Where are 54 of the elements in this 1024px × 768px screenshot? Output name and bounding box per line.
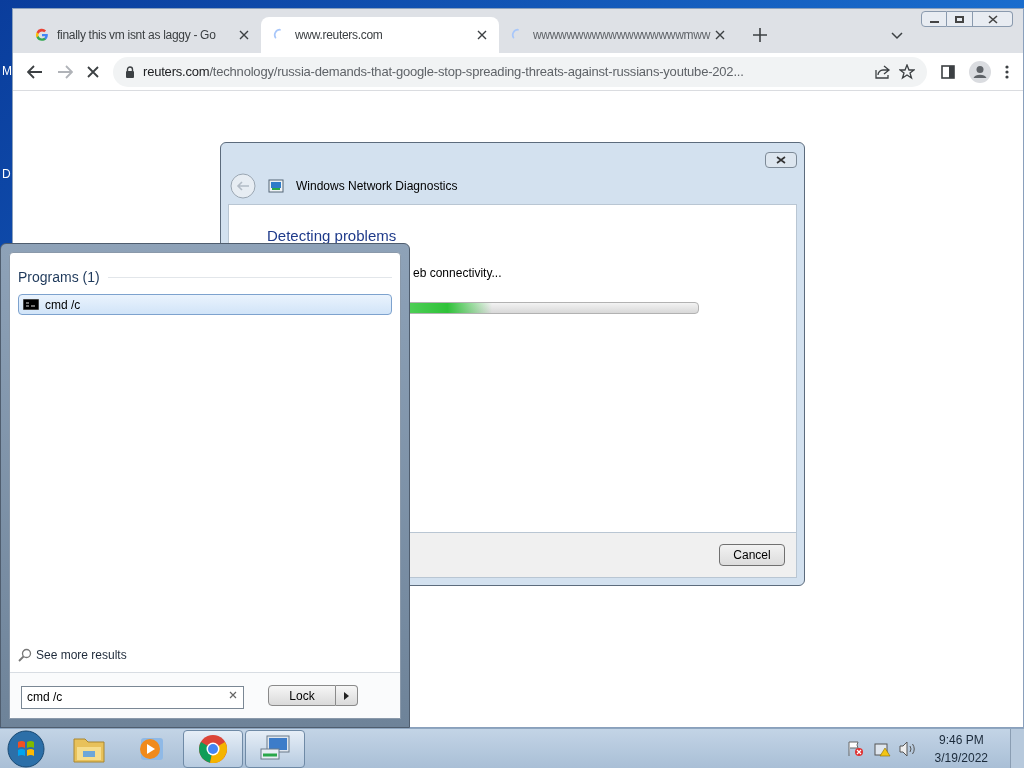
search-field[interactable]: cmd /c — [21, 685, 244, 709]
lock-icon — [125, 65, 135, 78]
cancel-button[interactable]: Cancel — [719, 544, 785, 566]
browser-tab[interactable]: finally this vm isnt as laggy - Go — [23, 17, 261, 53]
clock-time: 9:46 PM — [938, 731, 984, 749]
see-more-results-link[interactable]: See more results — [36, 646, 127, 664]
flag-error-icon[interactable] — [846, 740, 865, 757]
chrome-logo-icon — [198, 733, 228, 764]
google-logo-icon — [35, 28, 49, 42]
close-button[interactable] — [765, 152, 797, 168]
close-button[interactable] — [973, 11, 1013, 27]
status-text: eb connectivity... — [413, 264, 503, 282]
side-panel-icon[interactable] — [941, 64, 955, 79]
clear-icon[interactable] — [229, 691, 237, 699]
profile-avatar-icon[interactable] — [969, 60, 991, 83]
network-monitor-icon — [268, 179, 284, 193]
tab-title: www.reuters.com — [295, 27, 384, 44]
back-arrow-icon[interactable] — [27, 64, 43, 79]
clock-date: 3/19/2022 — [934, 749, 988, 767]
url-text: reuters.com/technology/russia-demands-that-google-stop-spreading-threats-against-russians-youtube-202... — [143, 62, 745, 81]
star-icon[interactable] — [899, 63, 915, 80]
tab-title: finally this vm isnt as laggy - Go — [57, 27, 217, 44]
close-icon — [776, 156, 786, 164]
close-icon[interactable] — [477, 30, 487, 40]
power-options-button[interactable] — [336, 685, 358, 706]
taskbar-app-button[interactable] — [245, 729, 305, 768]
desktop-icon-label: D — [2, 166, 11, 183]
browser-tab[interactable]: wwwwwwwwwwwwwwwwwwmww — [499, 17, 737, 53]
close-icon[interactable] — [239, 30, 249, 40]
command-prompt-icon — [23, 299, 39, 310]
search-icon — [18, 648, 32, 662]
share-icon[interactable] — [875, 64, 891, 79]
taskbar-app-button[interactable] — [183, 729, 243, 768]
address-bar[interactable]: reuters.com/technology/russia-demands-that-google-stop-spreading-threats-against-russians-youtube-202... — [113, 56, 927, 87]
browser-tab[interactable]: www.reuters.com — [261, 17, 499, 53]
start-orb-icon[interactable] — [7, 729, 45, 768]
new-tab-icon[interactable] — [753, 28, 767, 42]
menu-icon[interactable] — [1005, 64, 1009, 79]
minimize-button[interactable] — [921, 11, 947, 27]
triangle-right-icon — [344, 691, 349, 700]
desktop-icon-label: M — [2, 63, 12, 80]
dialog-title: Windows Network Diagnostics — [296, 178, 458, 195]
chevron-down-icon[interactable] — [891, 32, 903, 40]
lock-button[interactable]: Lock — [268, 685, 336, 706]
restore-button[interactable] — [947, 11, 973, 27]
stop-icon[interactable] — [87, 65, 99, 78]
close-icon — [987, 14, 998, 24]
section-heading: Programs (1) — [18, 268, 100, 287]
program-result[interactable]: cmd /c — [18, 294, 392, 315]
close-icon[interactable] — [715, 30, 725, 40]
network-warning-icon[interactable] — [872, 740, 891, 757]
network-monitor-icon — [259, 734, 291, 763]
speaker-icon[interactable] — [898, 740, 917, 757]
dialog-heading: Detecting problems — [267, 226, 398, 246]
